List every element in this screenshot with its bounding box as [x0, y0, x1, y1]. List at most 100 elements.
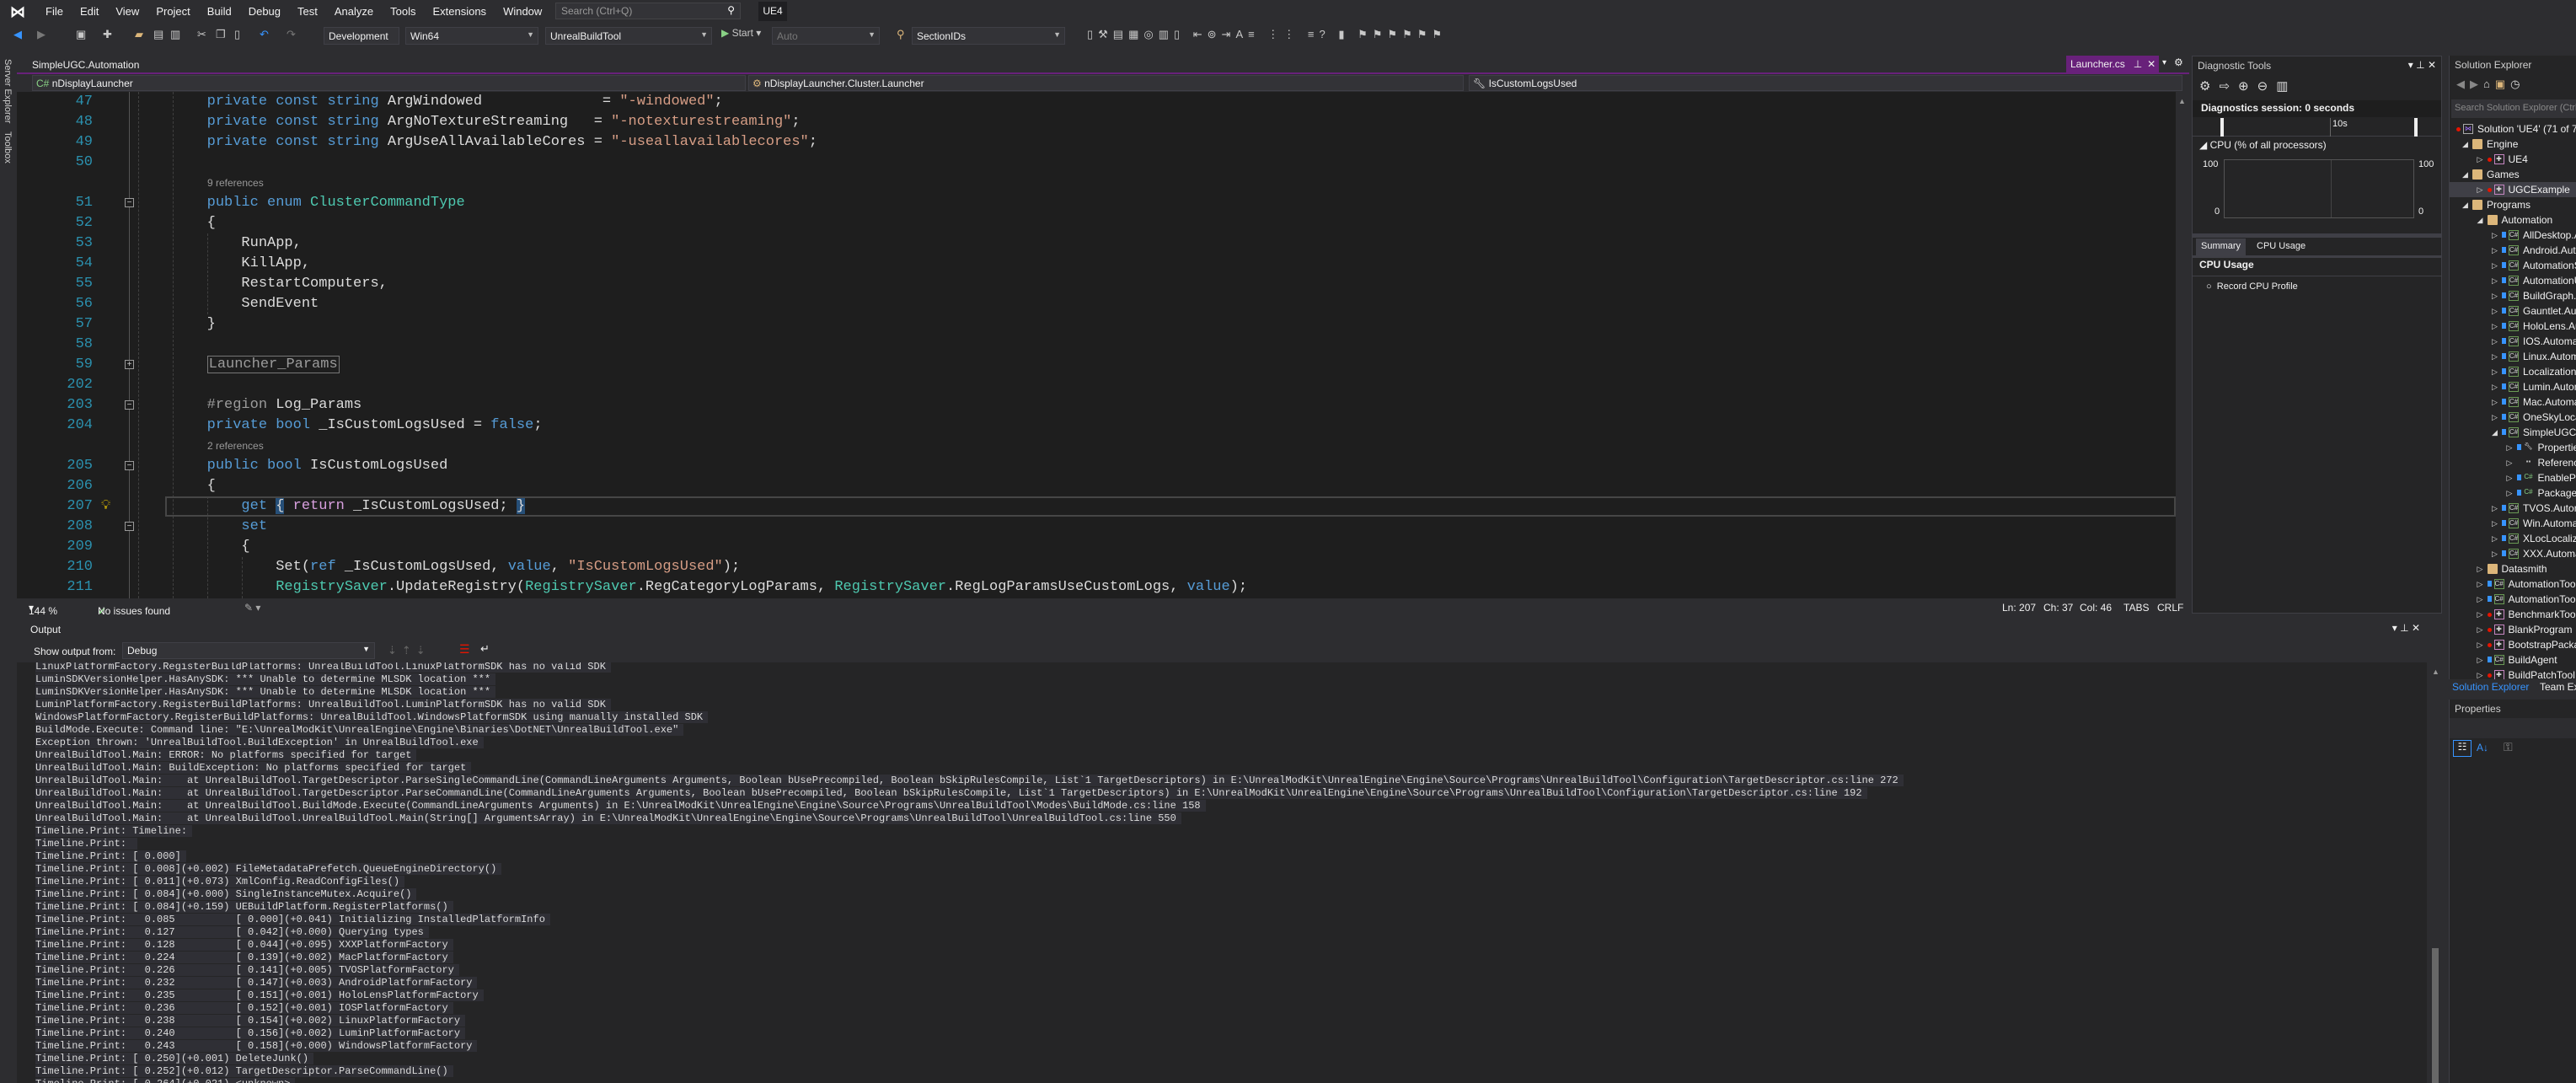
tree-item[interactable]: ⋈ Solution 'UE4' (71 of 71 projects) [2450, 121, 2576, 137]
add-item-icon[interactable]: ✚ [103, 28, 112, 41]
code-editor[interactable]: 47 private const string ArgWindowed = "-… [17, 92, 2176, 598]
collapsed-icon[interactable]: ▷ [2477, 182, 2483, 197]
tree-item[interactable]: ▷ C# Gauntlet.Automation [2450, 303, 2576, 319]
menu-view[interactable]: View [107, 5, 147, 18]
paste-icon[interactable]: ▯ [234, 28, 240, 41]
tree-item[interactable]: ◢ Automation [2450, 212, 2576, 228]
menu-build[interactable]: Build [199, 5, 240, 18]
expanded-icon[interactable]: ◢ [2462, 167, 2468, 182]
tree-item[interactable]: ▷ C# Mac.Automation [2450, 394, 2576, 410]
timeline-ruler[interactable]: 10s [2193, 118, 2441, 137]
panel-menu-icon[interactable]: ▾ ⊥ ✕ [2408, 59, 2436, 71]
menu-extensions[interactable]: Extensions [424, 5, 495, 18]
word-wrap-icon[interactable]: ↵ [480, 642, 490, 656]
expanded-icon[interactable]: ◢ [2462, 137, 2468, 152]
scroll-up-icon[interactable]: ▲ [2432, 667, 2439, 676]
startup-project-dropdown[interactable]: UnrealBuildTool ▼ [545, 27, 712, 45]
line-ending[interactable]: CRLF [2157, 602, 2183, 614]
tree-item[interactable]: ▷ ✚ BuildPatchTool [2450, 667, 2576, 679]
tree-item[interactable]: ◢ Games [2450, 167, 2576, 182]
type-nav-dropdown[interactable]: ⚙ nDisplayLauncher.Cluster.Launcher [748, 75, 1464, 91]
tab-summary[interactable]: Summary [2196, 239, 2247, 255]
menu-project[interactable]: Project [147, 5, 198, 18]
tree-item[interactable]: ▷ C# AutomationToolLauncher [2450, 592, 2576, 607]
tree-item[interactable]: ▷ C# XLocLocalization.Automation [2450, 531, 2576, 546]
expanded-icon[interactable]: ◢ [2492, 425, 2498, 440]
clear-all-icon[interactable]: ☰ [459, 642, 470, 657]
tab-solution-explorer[interactable]: Solution Explorer [2452, 681, 2529, 693]
collapsed-icon[interactable]: ▷ [2492, 228, 2498, 243]
collapsed-icon[interactable]: ▷ [2492, 243, 2498, 258]
menu-window[interactable]: Window [495, 5, 550, 18]
indent-mode[interactable]: TABS [2123, 602, 2149, 614]
collapsed-icon[interactable]: ▷ [2507, 440, 2513, 455]
tree-item[interactable]: ▷ C# AutomationTool [2450, 576, 2576, 592]
tree-item[interactable]: ▷ C# EnablePlugin.cs [2450, 470, 2576, 485]
scroll-thumb[interactable] [2432, 948, 2439, 1083]
tree-item[interactable]: ▷ C# TVOS.Automation [2450, 501, 2576, 516]
collapsed-icon[interactable]: ▷ [2507, 470, 2513, 485]
tree-item[interactable]: ▷ 🔧︎ Properties [2450, 440, 2576, 455]
server-explorer-tab[interactable]: Server Explorer [3, 59, 13, 123]
cut-icon[interactable]: ✂ [197, 28, 206, 41]
tree-item[interactable]: ▷ C# Linux.Automation [2450, 349, 2576, 364]
cpu-graph-title[interactable]: ◢ CPU (% of all processors) [2199, 139, 2327, 151]
forward-icon[interactable]: ▶ [37, 28, 46, 41]
output-source-dropdown[interactable]: Debug ▼ [122, 642, 375, 659]
tree-item[interactable]: ◢ Programs [2450, 197, 2576, 212]
select-tools-icon[interactable]: ▥ [2276, 79, 2296, 94]
zoom-out-icon[interactable]: ⊖ [2257, 79, 2277, 94]
menu-analyze[interactable]: Analyze [326, 5, 382, 18]
output-nav-icons[interactable]: ⇣⇡⇣ [388, 644, 431, 657]
collapse-icon[interactable]: − [125, 400, 134, 410]
record-cpu-profile-toggle[interactable]: ○ Record CPU Profile [2206, 281, 2298, 292]
settings-icon[interactable]: ⚙ [2199, 79, 2219, 94]
output-text[interactable]: LinuxPlatformFactory.RegisterBuildPlatfo… [17, 662, 2427, 1083]
tree-item[interactable]: ▷ ✚ UGCExample [2450, 182, 2576, 197]
open-file-icon[interactable]: ▰ [135, 28, 143, 41]
tree-item[interactable]: ▷ C# OneSkyLocalization.Automation [2450, 410, 2576, 425]
menu-tools[interactable]: Tools [382, 5, 424, 18]
collapse-icon[interactable]: − [125, 461, 134, 470]
configuration-dropdown[interactable]: Development [324, 27, 399, 45]
project-nav-dropdown[interactable]: C# nDisplayLauncher [32, 75, 746, 91]
tree-item[interactable]: ▷ C# PackageUGC.cs [2450, 485, 2576, 501]
collapsed-icon[interactable]: ▷ [2492, 410, 2498, 425]
collapsed-icon[interactable]: ▷ [2477, 561, 2483, 576]
references-codelens[interactable]: 2 references [207, 436, 264, 456]
tree-item[interactable]: ▷ ✚ BlankProgram [2450, 622, 2576, 637]
tree-item[interactable]: ▷ Datasmith [2450, 561, 2576, 576]
panel-menu-icon[interactable]: ▾ ⊥ ✕ [2392, 622, 2420, 634]
undo-icon[interactable]: ↶ [260, 28, 269, 41]
references-codelens[interactable]: 9 references [207, 173, 264, 193]
tree-item[interactable]: ▷ ✚ UE4 [2450, 152, 2576, 167]
expanded-icon[interactable]: ◢ [2462, 197, 2468, 212]
collapsed-icon[interactable]: ▷ [2492, 334, 2498, 349]
tree-item[interactable]: ▷ C# AutomationUtils.Automation [2450, 273, 2576, 288]
tab-overflow-icon[interactable]: ▾ [2162, 58, 2166, 67]
copy-icon[interactable]: ❐ [216, 28, 226, 41]
find-dropdown[interactable]: SectionIDs ▼ [912, 27, 1065, 45]
tree-item[interactable]: ▷ C# AllDesktop.Automation [2450, 228, 2576, 243]
collapsed-icon[interactable]: ▷ [2492, 516, 2498, 531]
export-icon[interactable]: ⇨ [2219, 79, 2238, 94]
editor-scrollbar[interactable]: ▲ [2176, 92, 2189, 598]
redo-icon[interactable]: ↷ [287, 28, 296, 41]
lightbulb-icon[interactable]: 💡︎ [101, 498, 110, 513]
collapsed-icon[interactable]: ▷ [2477, 152, 2483, 167]
timeline-end-handle[interactable] [2414, 118, 2418, 137]
tree-item[interactable]: ◢ Engine [2450, 137, 2576, 152]
collapsed-icon[interactable]: ▷ [2477, 576, 2483, 592]
tree-item[interactable]: ▷ C# IOS.Automation [2450, 334, 2576, 349]
new-project-icon[interactable]: ▣ [76, 28, 86, 41]
save-all-icon[interactable]: ▥ [170, 28, 180, 41]
menu-debug[interactable]: Debug [240, 5, 289, 18]
tree-item[interactable]: ▷ C# XXX.Automation [2450, 546, 2576, 561]
collapsed-icon[interactable]: ▷ [2492, 319, 2498, 334]
back-icon[interactable]: ◀ [13, 28, 22, 41]
tree-item[interactable]: ▷ C# AutomationScripts.Automation [2450, 258, 2576, 273]
collapsed-icon[interactable]: ▷ [2477, 607, 2483, 622]
tree-item[interactable]: ▷ C# BuildGraph.Automation [2450, 288, 2576, 303]
find-icon[interactable]: ⚲ [897, 28, 905, 41]
collapsed-icon[interactable]: ▷ [2477, 637, 2483, 652]
